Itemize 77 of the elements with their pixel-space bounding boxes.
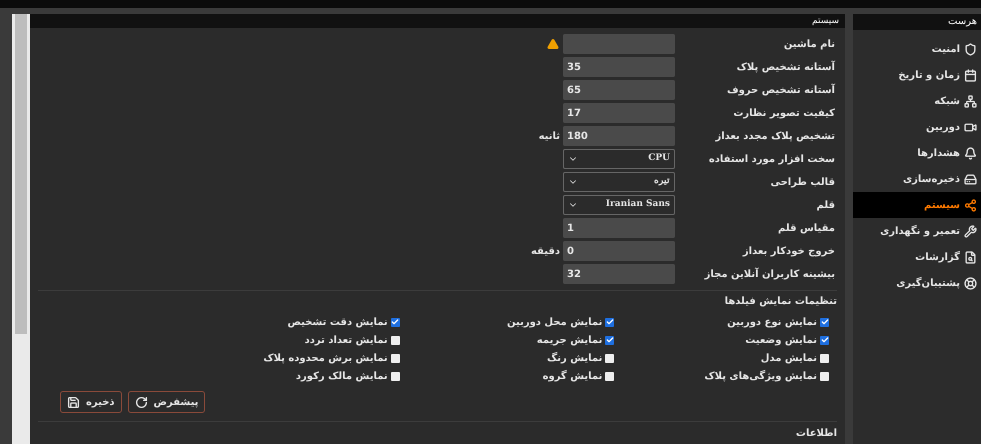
checkbox-label: نمایش برش محدوده پلاک bbox=[263, 352, 388, 366]
checkbox-label: نمایش جریمه bbox=[536, 334, 602, 348]
checkbox[interactable] bbox=[820, 372, 829, 380]
dropdown[interactable]: تیره bbox=[563, 172, 675, 192]
network-icon bbox=[964, 94, 977, 108]
menu-item[interactable]: پشتیبان‌گیری bbox=[853, 270, 981, 296]
action-button[interactable]: ذخیره bbox=[60, 391, 122, 413]
checkbox-label: نمایش ویژگی‌های پلاک bbox=[704, 369, 817, 384]
field-label: خروج خودکار بعداز bbox=[742, 244, 835, 258]
field-label: آستانه تشخیص پلاک bbox=[736, 60, 835, 74]
field-label: قلم bbox=[816, 198, 835, 212]
dropdown[interactable]: Iranian Sans bbox=[563, 195, 675, 215]
checkbox-label: نمایش وضعیت bbox=[745, 334, 817, 348]
wrench-icon bbox=[964, 224, 977, 238]
save-icon bbox=[67, 396, 80, 408]
menu-item[interactable]: هشدارها bbox=[853, 140, 981, 166]
field-label: بیشینه کاربران آنلاین مجاز bbox=[703, 266, 835, 282]
checkbox-label: نمایش مدل bbox=[760, 352, 817, 366]
checkbox-label: نمایش گروه bbox=[542, 369, 602, 384]
input-field[interactable] bbox=[563, 34, 675, 54]
refresh-icon bbox=[134, 396, 148, 408]
field-label: کیفیت تصویر نظارت bbox=[732, 106, 835, 120]
field-label: قالب طراحی bbox=[769, 176, 835, 190]
menu-item[interactable]: امنیت bbox=[853, 36, 981, 62]
checkbox[interactable] bbox=[820, 318, 829, 326]
menu-item[interactable]: دوربین bbox=[853, 114, 981, 140]
video-camera-icon bbox=[964, 120, 977, 134]
sidebar-title: هرست bbox=[853, 14, 981, 30]
field-label: آستانه تشخیص حروف bbox=[726, 82, 835, 98]
scrollbar[interactable] bbox=[12, 14, 30, 444]
checkbox-label: نمایش محل دوربین bbox=[507, 316, 602, 330]
unit-label: دقیقه bbox=[530, 244, 560, 258]
action-button[interactable]: پیشفرض bbox=[128, 391, 206, 413]
calendar-icon bbox=[964, 68, 977, 82]
shield-icon bbox=[964, 42, 977, 56]
checkbox[interactable] bbox=[605, 372, 614, 380]
input-field[interactable]: 65 bbox=[563, 80, 675, 100]
checkbox[interactable] bbox=[390, 336, 400, 344]
input-field[interactable]: 35 bbox=[563, 57, 675, 77]
input-field[interactable]: 0 bbox=[563, 241, 675, 261]
input-field[interactable]: 180 bbox=[563, 126, 675, 146]
menu-item[interactable]: شبکه bbox=[853, 88, 981, 114]
menu-item[interactable]: سیستم bbox=[853, 192, 981, 218]
checkbox[interactable] bbox=[605, 318, 614, 326]
dropdown[interactable]: CPU bbox=[563, 149, 675, 169]
field-label: مقیاس قلم bbox=[777, 222, 835, 236]
checkbox[interactable] bbox=[605, 354, 614, 362]
menu-item[interactable]: ذخیره‌سازی bbox=[853, 166, 981, 192]
section-title: تنظیمات نمایش فیلدها bbox=[724, 295, 838, 309]
checkbox-label: نمایش دقت تشخیص bbox=[287, 316, 388, 330]
input-field[interactable]: 32 bbox=[563, 264, 675, 284]
checkbox-label: نمایش تعداد تردد bbox=[304, 334, 388, 348]
checkbox[interactable] bbox=[605, 336, 614, 344]
input-field[interactable]: 1 bbox=[563, 218, 675, 238]
section-title: اطلاعات bbox=[796, 427, 838, 441]
lifebuoy-icon bbox=[964, 276, 977, 290]
menu-item[interactable]: گزارشات bbox=[853, 244, 981, 270]
bell-icon bbox=[964, 146, 977, 160]
share-nodes-icon bbox=[964, 198, 977, 212]
panel-title: سیستم bbox=[30, 14, 845, 28]
menu-item[interactable]: تعمیر و نگهداری bbox=[853, 218, 981, 244]
drive-icon bbox=[964, 172, 977, 186]
menu-item[interactable]: زمان و تاریخ bbox=[853, 62, 981, 88]
checkbox[interactable] bbox=[390, 354, 400, 362]
checkbox-label: نمایش رنگ bbox=[547, 351, 602, 366]
checkbox[interactable] bbox=[390, 318, 400, 326]
file-search-icon bbox=[964, 250, 977, 264]
checkbox[interactable] bbox=[820, 336, 829, 344]
unit-label: ثانیه bbox=[538, 130, 560, 144]
checkbox-label: نمایش مالک رکورد bbox=[296, 370, 388, 384]
field-label: تشخیص پلاک مجدد بعداز bbox=[714, 130, 835, 144]
field-label: نام ماشین bbox=[782, 38, 835, 52]
field-label: سخت افزار مورد استفاده bbox=[708, 152, 835, 166]
checkbox-label: نمایش نوع دوربین bbox=[727, 316, 817, 330]
input-field[interactable]: 17 bbox=[563, 103, 675, 123]
checkbox[interactable] bbox=[820, 354, 829, 362]
checkbox[interactable] bbox=[390, 372, 400, 380]
